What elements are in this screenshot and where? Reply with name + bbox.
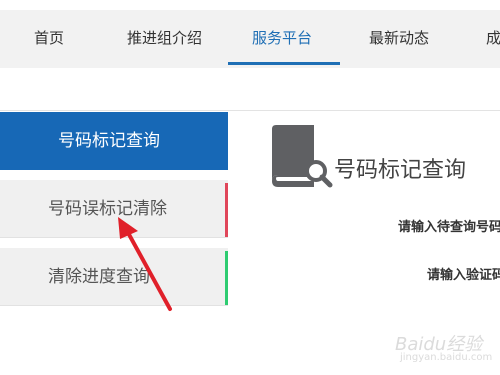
sidebar-item-label: 号码标记查询 (58, 131, 160, 151)
nav-active-underline (228, 62, 340, 65)
nav-item-about[interactable]: 推进组介绍 (127, 10, 202, 68)
captcha-label: 请输入验证码 (427, 268, 500, 283)
annotation-arrow-icon (118, 217, 172, 311)
nav-item-results[interactable]: 成 (486, 10, 500, 68)
content-divider (0, 110, 500, 111)
top-nav-bar: 首页 推进组介绍 服务平台 最新动态 成 (0, 10, 500, 68)
watermark-url: jingyan.baidu.com (400, 352, 493, 363)
page-title: 号码标记查询 (334, 158, 467, 183)
sidebar-item-number-query[interactable]: 号码标记查询 (0, 112, 228, 170)
query-number-label: 请输入待查询号码 (398, 220, 500, 235)
sidebar-accent-bar (225, 183, 228, 237)
book-search-icon (272, 125, 333, 188)
nav-item-service-platform[interactable]: 服务平台 (252, 10, 312, 68)
nav-item-home[interactable]: 首页 (34, 10, 64, 68)
sidebar-accent-bar (225, 251, 228, 305)
nav-item-news[interactable]: 最新动态 (369, 10, 429, 68)
